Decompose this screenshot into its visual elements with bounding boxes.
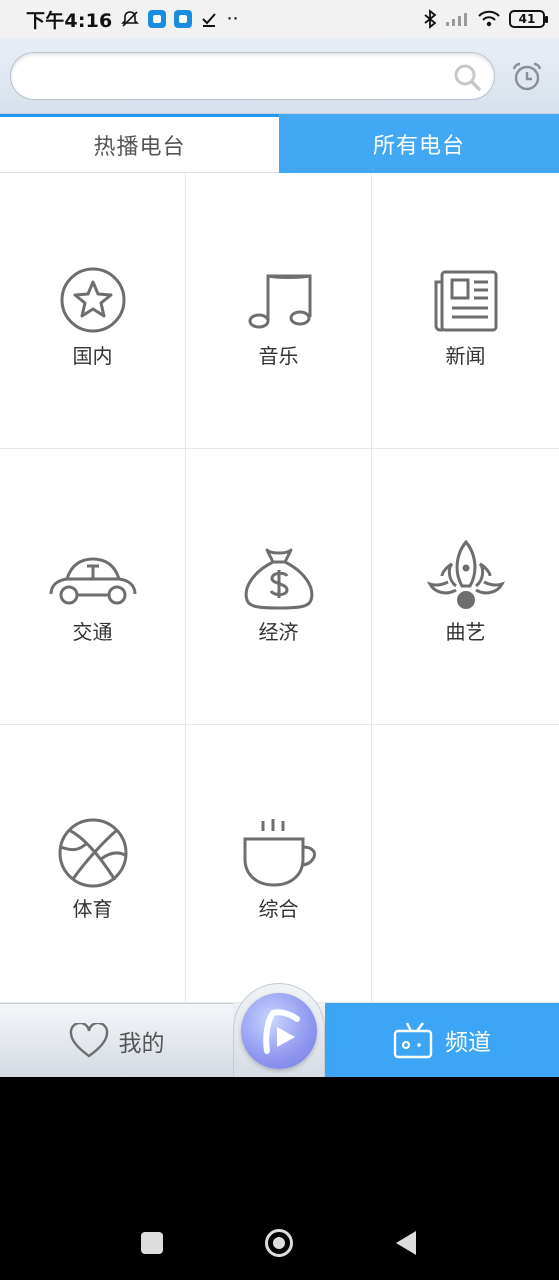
status-more-dots: ·· (226, 8, 239, 30)
play-button[interactable] (233, 983, 325, 1077)
money-bag-icon (244, 548, 313, 610)
category-label: 音乐 (258, 344, 299, 368)
category-sports[interactable]: 体育 (0, 725, 186, 1003)
music-note-icon (248, 274, 311, 329)
nav-channel-button[interactable]: 频道 (325, 1003, 559, 1077)
category-label: 体育 (72, 897, 113, 921)
category-label: 综合 (258, 897, 299, 921)
category-label: 曲艺 (445, 620, 486, 644)
category-news[interactable]: 新闻 (372, 173, 559, 449)
app-screen: 下午4:16 ·· 41 热播电台 所有电台 国内 音乐 新闻 交通 经济 曲艺… (0, 0, 559, 1280)
home-icon[interactable] (265, 1229, 293, 1257)
category-empty-cell (372, 725, 559, 1003)
alarm-clock-icon[interactable] (511, 61, 543, 93)
category-music[interactable]: 音乐 (186, 173, 372, 449)
category-general[interactable]: 综合 (186, 725, 372, 1003)
recent-apps-icon[interactable] (141, 1232, 163, 1254)
search-input[interactable] (29, 61, 449, 91)
newspaper-icon (434, 270, 497, 332)
bottom-nav: 我的 频道 (0, 983, 559, 1077)
category-label: 新闻 (445, 344, 486, 368)
category-folk-arts[interactable]: 曲艺 (372, 449, 559, 725)
tab-all-stations[interactable]: 所有电台 (279, 114, 559, 173)
category-traffic[interactable]: 交通 (0, 449, 186, 725)
signal-icon (446, 13, 467, 26)
nav-mine-label: 我的 (118, 1030, 165, 1057)
status-right: 41 (423, 9, 548, 29)
status-time: 下午4:16 (26, 9, 113, 32)
back-icon[interactable] (396, 1231, 416, 1255)
category-grid: 国内 音乐 新闻 交通 经济 曲艺 体育 综合 (0, 173, 559, 1003)
system-nav-bar (0, 1200, 559, 1280)
status-left: 下午4:16 ·· (26, 6, 239, 33)
bluetooth-icon (424, 9, 437, 29)
tab-hot-stations[interactable]: 热播电台 (0, 114, 279, 173)
tab-bar: 热播电台 所有电台 (0, 114, 559, 173)
star-circle-icon (60, 267, 125, 333)
mute-bell-icon (121, 11, 140, 27)
search-header (0, 38, 559, 114)
basketball-icon (58, 818, 127, 888)
category-label: 交通 (72, 620, 113, 644)
radio-icon (393, 1022, 433, 1059)
lotus-icon (426, 540, 505, 609)
nav-channel-label: 频道 (445, 1030, 491, 1056)
search-box[interactable] (10, 52, 495, 100)
coffee-cup-icon (243, 819, 316, 887)
play-disc (241, 992, 317, 1069)
search-icon[interactable] (452, 62, 482, 92)
category-economy[interactable]: 经济 (186, 449, 372, 725)
battery-indicator: 41 (509, 10, 548, 28)
play-logo-icon (263, 1008, 300, 1054)
category-label: 经济 (258, 620, 299, 644)
category-label: 国内 (72, 344, 113, 368)
wifi-icon (478, 10, 500, 27)
app-notification-icon (148, 10, 167, 28)
app-notification-icon-2 (174, 10, 193, 28)
download-check-icon (202, 13, 217, 27)
heart-icon (69, 1022, 108, 1057)
car-icon (49, 557, 136, 605)
status-bar: 下午4:16 ·· 41 (0, 0, 559, 38)
nav-mine-button[interactable]: 我的 (0, 1003, 233, 1077)
category-domestic[interactable]: 国内 (0, 173, 186, 449)
